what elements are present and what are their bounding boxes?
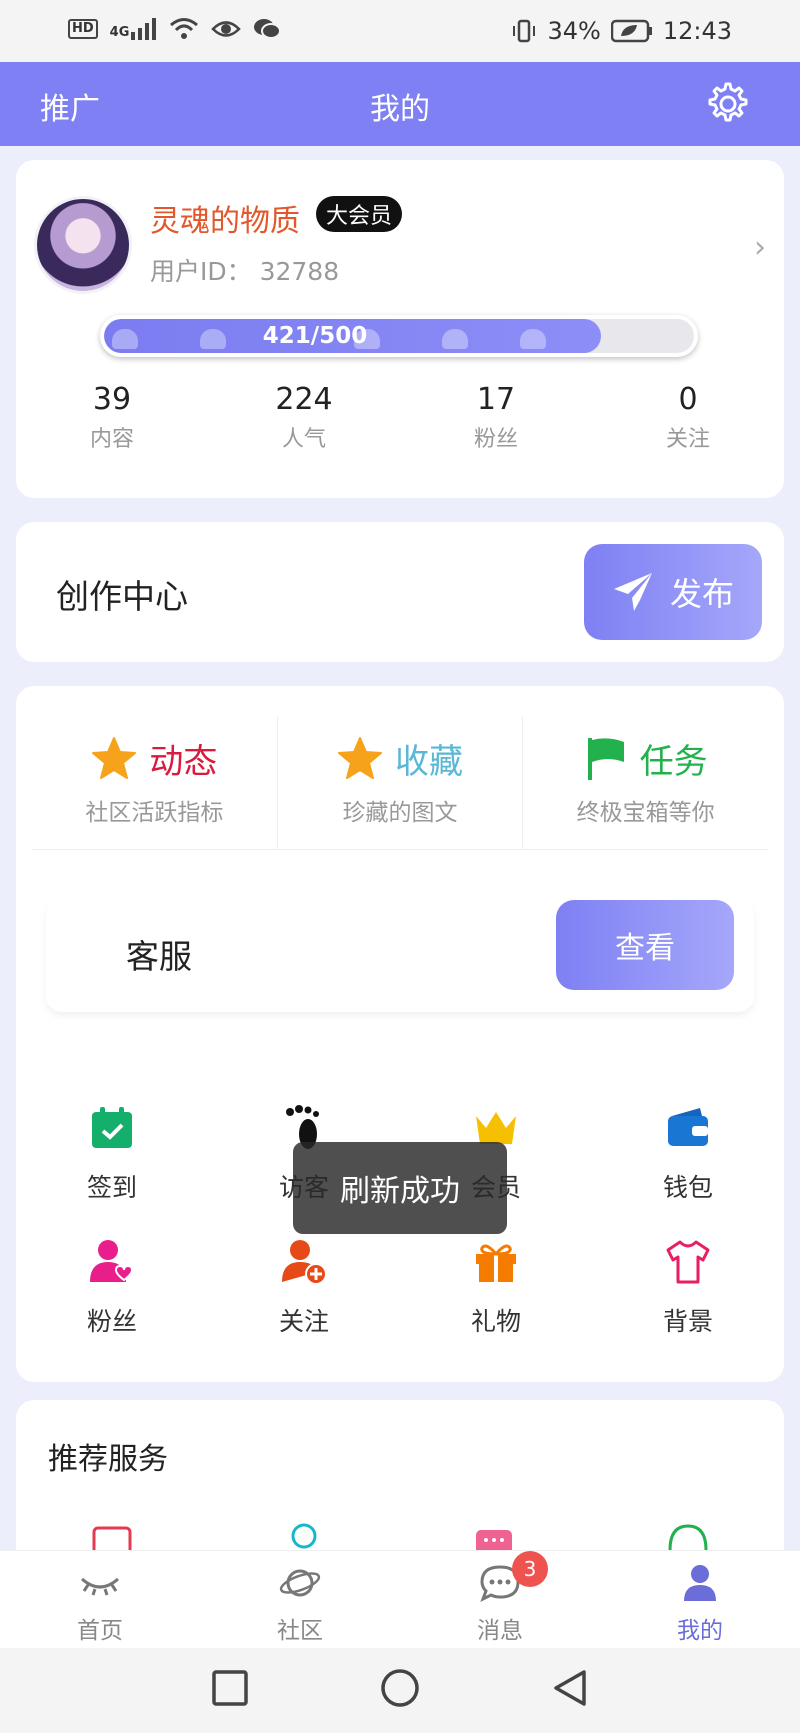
grid-item-gift[interactable]: 礼物 (400, 1238, 592, 1372)
customer-service-label: 客服 (126, 937, 192, 976)
user-add-icon (282, 1240, 327, 1285)
grid-item-following[interactable]: 关注 (208, 1238, 400, 1372)
exp-text: 421/500 (262, 323, 368, 349)
vibrate-icon (513, 19, 536, 43)
grid-item-background[interactable]: 背景 (592, 1238, 784, 1372)
home-circle-icon[interactable] (380, 1668, 420, 1708)
stat-following[interactable]: 0 关注 (592, 382, 784, 453)
wifi-icon (170, 18, 199, 39)
stats-row: 39 内容 224 人气 17 粉丝 0 关注 (16, 382, 784, 453)
paper-plane-icon (613, 573, 652, 611)
star-icon (92, 736, 137, 779)
recommend-services-title: 推荐服务 (48, 1442, 168, 1477)
publish-button[interactable]: 发布 (584, 544, 762, 640)
calendar-check-icon (92, 1107, 132, 1148)
feature-dynamic[interactable]: 动态 社区活跃指标 (32, 716, 278, 849)
stat-fans[interactable]: 17 粉丝 (400, 382, 592, 453)
wechat-icon (254, 19, 282, 39)
grid-item-checkin[interactable]: 签到 (16, 1104, 208, 1238)
features-card: 动态 社区活跃指标 收藏 珍藏的图文 任务 终极宝箱等你 客服 查看 签到 钱包… (16, 686, 784, 1382)
feature-row: 动态 社区活跃指标 收藏 珍藏的图文 任务 终极宝箱等你 (32, 716, 768, 850)
flag-icon (587, 737, 624, 780)
clock: 12:43 (662, 17, 732, 45)
settings-gear-icon[interactable] (704, 80, 752, 128)
battery-icon (610, 19, 652, 43)
planet-icon (279, 1569, 321, 1597)
user-icon (684, 1565, 716, 1601)
battery-percent: 34% (547, 17, 601, 45)
app-header: 推广 我的 (0, 62, 800, 146)
exp-progress-bar: 421/500 (100, 315, 698, 357)
bottom-navigation: 首页 社区 消息 3 我的 (0, 1550, 800, 1648)
stat-content[interactable]: 39 内容 (16, 382, 208, 453)
chevron-right-icon[interactable]: › (754, 230, 766, 265)
gift-icon (476, 1244, 516, 1282)
status-bar: HD 4G 34% 12:43 (0, 0, 800, 62)
feature-favorites[interactable]: 收藏 珍藏的图文 (278, 716, 524, 849)
user-id: 用户ID： 32788 (150, 257, 340, 286)
unread-badge: 3 (512, 1551, 548, 1587)
page-title: 我的 (370, 92, 430, 127)
vip-badge: 大会员 (316, 196, 403, 232)
nav-messages[interactable]: 消息 3 (400, 1551, 600, 1648)
creation-center-card: 创作中心 发布 (16, 522, 784, 662)
wallet-icon (668, 1108, 708, 1146)
grid-item-wallet[interactable]: 钱包 (592, 1104, 784, 1238)
view-button[interactable]: 查看 (556, 900, 734, 990)
user-heart-icon (90, 1240, 134, 1282)
signal-icon: 4G (110, 18, 158, 40)
tshirt-icon (666, 1240, 710, 1284)
nav-community[interactable]: 社区 (200, 1551, 400, 1648)
toast-message: 刷新成功 (293, 1142, 507, 1234)
recents-square-icon[interactable] (210, 1668, 250, 1708)
feature-tasks[interactable]: 任务 终极宝箱等你 (523, 716, 768, 849)
customer-service-row: 客服 查看 (46, 900, 754, 1012)
nav-home[interactable]: 首页 (0, 1551, 200, 1648)
eye-icon (211, 21, 242, 37)
star-icon (338, 736, 382, 779)
stat-popularity[interactable]: 224 人气 (208, 382, 400, 453)
nickname: 灵魂的物质 (150, 204, 300, 239)
eye-closed-icon (81, 1577, 119, 1596)
system-navigation-bar (0, 1648, 800, 1733)
avatar[interactable] (34, 196, 132, 294)
back-triangle-icon[interactable] (550, 1668, 590, 1708)
creation-center-title: 创作中心 (56, 577, 188, 616)
hd-icon: HD (68, 19, 98, 39)
grid-item-fans[interactable]: 粉丝 (16, 1238, 208, 1372)
nav-mine[interactable]: 我的 (600, 1551, 800, 1648)
profile-card[interactable]: 灵魂的物质 大会员 用户ID： 32788 › 421/500 39 内容 224… (16, 160, 784, 498)
